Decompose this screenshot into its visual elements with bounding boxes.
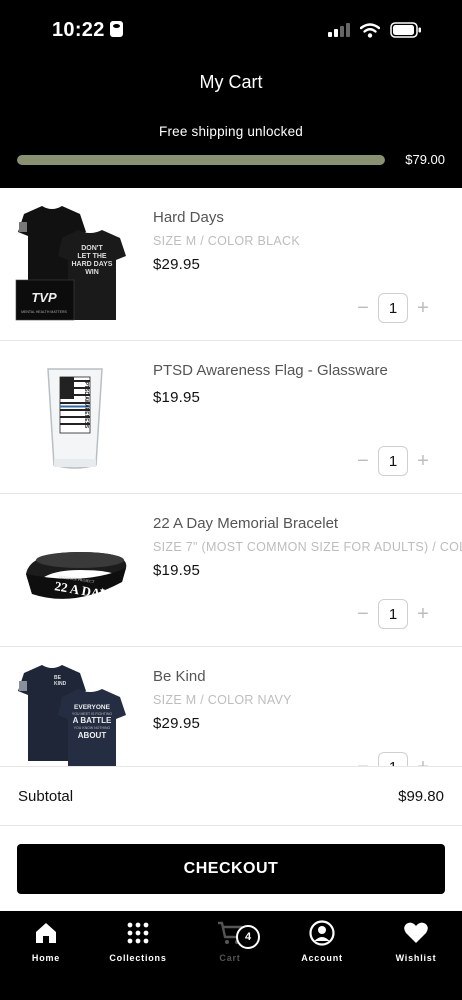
free-shipping-message: Free shipping unlocked <box>159 124 303 139</box>
contact-card-icon <box>109 21 123 37</box>
status-bar: 10:22 <box>0 0 462 60</box>
cart-item-list[interactable]: DON'T LET THE HARD DAYS WIN TVP MENTAL H… <box>0 188 462 766</box>
cart-item: BE KIND EVERYONE YOU MEET IS FIGHTING A … <box>0 647 462 766</box>
svg-text:A BATTLE: A BATTLE <box>73 716 112 725</box>
page-title: My Cart <box>199 72 263 92</box>
product-price: $19.95 <box>153 562 201 579</box>
cart-item: DON'T LET THE HARD DAYS WIN TVP MENTAL H… <box>0 188 462 341</box>
cart-item: 22 A DAY VETERAN PROJECT ★ ★ ★ 22 A Day … <box>0 494 462 647</box>
battery-icon <box>390 22 421 38</box>
decrease-quantity-button[interactable]: − <box>352 446 374 476</box>
svg-text:MENTAL HEALTH MATTERS: MENTAL HEALTH MATTERS <box>21 310 67 314</box>
quantity-value[interactable]: 1 <box>378 752 408 766</box>
quantity-stepper: − 1 + <box>352 293 434 323</box>
product-variant: SIZE M / COLOR NAVY <box>153 693 292 707</box>
wifi-icon <box>360 22 380 38</box>
tab-account[interactable]: Account <box>276 919 368 971</box>
product-title[interactable]: PTSD Awareness Flag - Glassware <box>153 362 388 379</box>
product-price: $19.95 <box>153 389 201 406</box>
quantity-value[interactable]: 1 <box>378 446 408 476</box>
svg-text:★ ★ ★: ★ ★ ★ <box>100 587 120 594</box>
quantity-stepper: − 1 + <box>352 599 434 629</box>
quantity-stepper: − 1 + <box>352 752 434 766</box>
tab-label: Cart <box>219 953 241 963</box>
tab-collections[interactable]: Collections <box>92 919 184 971</box>
cellular-signal-icon <box>328 23 350 37</box>
increase-quantity-button[interactable]: + <box>412 599 434 629</box>
home-icon <box>36 923 56 943</box>
svg-text:KIND: KIND <box>54 681 67 687</box>
tab-label: Home <box>31 953 61 963</box>
quantity-stepper: − 1 + <box>352 446 434 476</box>
tab-label: Collections <box>109 953 167 963</box>
product-variant: SIZE 7" (MOST COMMON SIZE FOR ADULTS) / … <box>153 540 462 554</box>
grid-icon <box>127 922 149 944</box>
svg-text:LET THE: LET THE <box>77 253 106 260</box>
product-image-ptsd-glass[interactable]: PTSD AWARENESS <box>14 355 136 481</box>
product-image-bracelet[interactable]: 22 A DAY VETERAN PROJECT ★ ★ ★ <box>14 508 136 634</box>
tab-home[interactable]: Home <box>0 919 92 971</box>
status-time-text: 10:22 <box>52 19 105 41</box>
svg-text:DON'T: DON'T <box>81 245 103 252</box>
increase-quantity-button[interactable]: + <box>412 752 434 766</box>
product-price: $29.95 <box>153 715 201 732</box>
subtotal-label: Subtotal <box>18 788 74 805</box>
product-title[interactable]: 22 A Day Memorial Bracelet <box>153 515 338 532</box>
product-image-be-kind[interactable]: BE KIND EVERYONE YOU MEET IS FIGHTING A … <box>14 661 136 766</box>
svg-text:TVP: TVP <box>31 290 57 305</box>
quantity-value[interactable]: 1 <box>378 599 408 629</box>
subtotal-row: Subtotal $99.80 <box>0 766 462 826</box>
product-price: $29.95 <box>153 256 201 273</box>
product-title[interactable]: Hard Days <box>153 209 224 226</box>
heart-icon <box>404 922 428 943</box>
svg-text:PTSD AWARENESS: PTSD AWARENESS <box>83 382 89 429</box>
cart-count-badge: 4 <box>236 925 260 949</box>
status-time: 10:22 <box>52 19 123 42</box>
bottom-tab-bar: Home Collections Cart Account Wishlist <box>0 911 462 1000</box>
tab-label: Account <box>301 953 343 963</box>
svg-text:WIN: WIN <box>85 269 99 276</box>
decrease-quantity-button[interactable]: − <box>352 752 374 766</box>
tab-cart[interactable]: Cart <box>184 919 276 971</box>
free-shipping-progress-fill <box>17 155 385 165</box>
cart-header: My Cart Free shipping unlocked $79.00 <box>0 60 462 188</box>
increase-quantity-button[interactable]: + <box>412 293 434 323</box>
increase-quantity-button[interactable]: + <box>412 446 434 476</box>
product-variant: SIZE M / COLOR BLACK <box>153 234 301 248</box>
free-shipping-progress-bar <box>17 155 385 165</box>
svg-text:HARD DAYS: HARD DAYS <box>72 261 113 268</box>
account-icon <box>309 920 335 946</box>
free-shipping-threshold: $79.00 <box>405 152 445 167</box>
svg-text:YOU KNOW NOTHING: YOU KNOW NOTHING <box>74 726 111 730</box>
svg-text:EVERYONE: EVERYONE <box>74 704 111 711</box>
quantity-value[interactable]: 1 <box>378 293 408 323</box>
status-icons <box>328 22 422 38</box>
product-title[interactable]: Be Kind <box>153 668 206 685</box>
svg-text:ABOUT: ABOUT <box>78 731 107 740</box>
subtotal-value: $99.80 <box>398 788 444 805</box>
decrease-quantity-button[interactable]: − <box>352 599 374 629</box>
tab-wishlist[interactable]: Wishlist <box>370 919 462 971</box>
checkout-button[interactable]: CHECKOUT <box>17 844 445 894</box>
product-image-hard-days[interactable]: DON'T LET THE HARD DAYS WIN TVP MENTAL H… <box>14 202 136 328</box>
decrease-quantity-button[interactable]: − <box>352 293 374 323</box>
tab-label: Wishlist <box>395 953 437 963</box>
cart-item: PTSD AWARENESS PTSD Awareness Flag - Gla… <box>0 341 462 494</box>
